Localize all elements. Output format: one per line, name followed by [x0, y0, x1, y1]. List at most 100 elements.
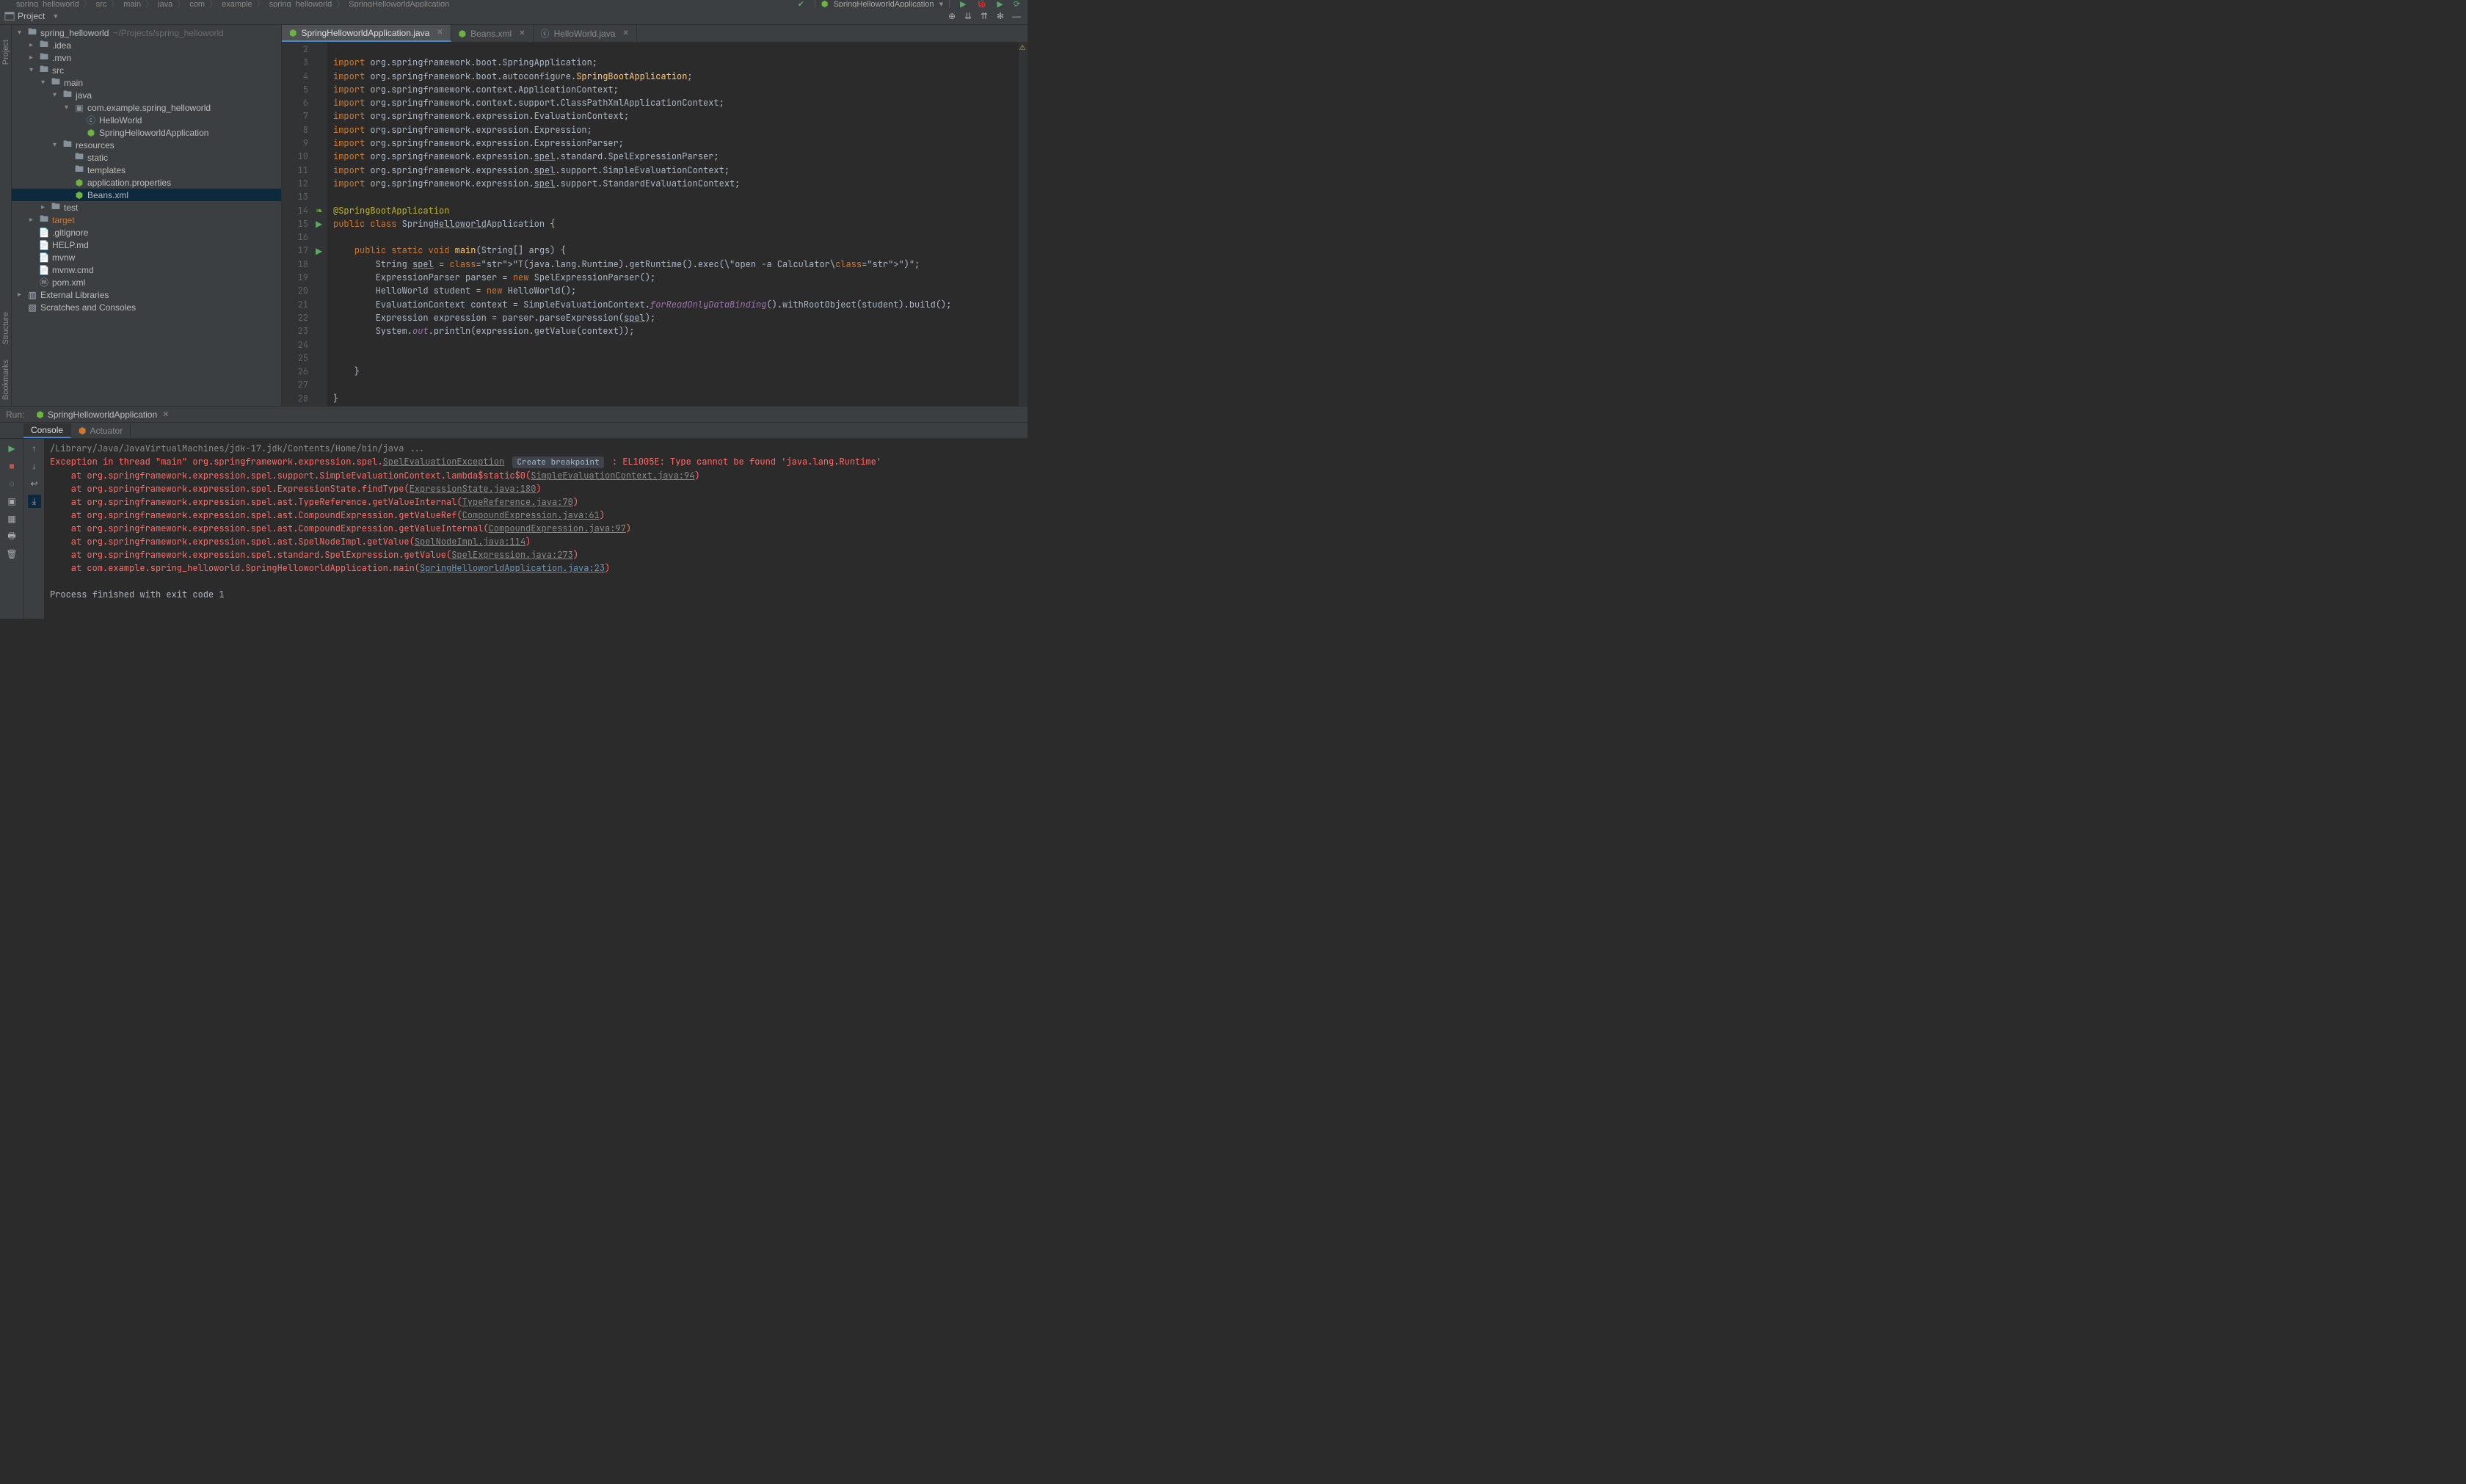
- line-number[interactable]: 21: [282, 298, 308, 311]
- error-stripe[interactable]: ⚠: [1019, 43, 1028, 406]
- tree-mvn[interactable]: ▸ 🖿 .mvn: [12, 51, 281, 64]
- line-number[interactable]: 26: [282, 365, 308, 378]
- hide-icon[interactable]: —: [1010, 10, 1023, 23]
- project-tool-label[interactable]: Project ▼: [4, 11, 59, 21]
- line-number[interactable]: 15: [282, 217, 308, 230]
- breadcrumb-seg[interactable]: spring_helloworld: [269, 0, 332, 7]
- tree-mvnw[interactable]: 📄 mvnw: [12, 251, 281, 263]
- tree-main[interactable]: ▾ 🖿 main: [12, 76, 281, 89]
- line-number[interactable]: 17: [282, 244, 308, 257]
- locate-icon[interactable]: ⊕: [945, 10, 959, 23]
- tree-resources[interactable]: ▾ 🖿 resources: [12, 139, 281, 151]
- line-number[interactable]: 28: [282, 392, 308, 405]
- breadcrumb-seg[interactable]: com: [189, 0, 205, 7]
- tree-pom[interactable]: ⓜ pom.xml: [12, 276, 281, 288]
- breadcrumb-seg[interactable]: main: [123, 0, 141, 7]
- line-number[interactable]: 6: [282, 96, 308, 109]
- run-tab-config[interactable]: ⬢ SpringHelloworldApplication ✕: [30, 410, 175, 420]
- tree-java[interactable]: ▾ 🖿 java: [12, 89, 281, 101]
- line-number[interactable]: 24: [282, 338, 308, 352]
- line-number[interactable]: 10: [282, 150, 308, 163]
- close-icon[interactable]: ✕: [622, 29, 628, 37]
- breadcrumb-seg[interactable]: src: [96, 0, 107, 7]
- line-number[interactable]: 9: [282, 137, 308, 150]
- run-icon[interactable]: ▶: [960, 0, 966, 7]
- stack-link[interactable]: TypeReference.java:70: [462, 496, 573, 508]
- rerun-icon[interactable]: ▶: [5, 442, 18, 455]
- line-number[interactable]: 4: [282, 70, 308, 83]
- editor-tab[interactable]: ⬢ Beans.xml ✕: [451, 25, 534, 42]
- line-number[interactable]: 8: [282, 123, 308, 137]
- tree-idea[interactable]: ▸ 🖿 .idea: [12, 39, 281, 51]
- rail-bookmarks[interactable]: Bookmarks: [1, 360, 10, 400]
- editor-tab[interactable]: ⓒ HelloWorld.java ✕: [534, 25, 637, 42]
- tree-root[interactable]: ▾ 🖿 spring_helloworld ~/Projects/spring_…: [12, 26, 281, 39]
- close-icon[interactable]: ✕: [162, 410, 169, 419]
- stack-link[interactable]: SpringHelloworldApplication.java:23: [420, 562, 605, 574]
- breadcrumb-seg[interactable]: spring_helloworld: [16, 0, 79, 7]
- tree-gitignore[interactable]: 📄 .gitignore: [12, 226, 281, 239]
- rail-project[interactable]: Project: [1, 40, 10, 65]
- tree-scratch[interactable]: ▧ Scratches and Consoles: [12, 301, 281, 313]
- line-number[interactable]: 12: [282, 177, 308, 190]
- collapse-all-icon[interactable]: ⇈: [978, 10, 991, 23]
- tree-templates[interactable]: 🖿 templates: [12, 164, 281, 176]
- tree-static[interactable]: 🖿 static: [12, 151, 281, 164]
- stack-link[interactable]: SpelNodeImpl.java:114: [415, 536, 525, 548]
- line-number[interactable]: 2: [282, 43, 308, 56]
- up-icon[interactable]: ↑: [28, 442, 41, 455]
- line-number[interactable]: 5: [282, 83, 308, 96]
- breadcrumb-seg[interactable]: java: [158, 0, 172, 7]
- wrap-icon[interactable]: ↩: [28, 477, 41, 490]
- tab-actuator[interactable]: ⬢Actuator: [71, 424, 131, 437]
- gear-icon[interactable]: ✻: [994, 10, 1007, 23]
- debug-icon[interactable]: 🐞: [977, 0, 987, 7]
- breadcrumb-seg[interactable]: SpringHelloworldApplication: [349, 0, 449, 7]
- run-config-selector[interactable]: ⬢ SpringHelloworldApplication ▾: [815, 0, 950, 7]
- breadcrumb-seg[interactable]: example: [222, 0, 252, 7]
- tree-app[interactable]: ⬢ SpringHelloworldApplication: [12, 126, 281, 139]
- code-editor[interactable]: import org.springframework.boot.SpringAp…: [327, 43, 1019, 406]
- line-number[interactable]: 13: [282, 190, 308, 203]
- line-number[interactable]: 23: [282, 324, 308, 338]
- line-number[interactable]: 29: [282, 405, 308, 406]
- breakpoint-icon[interactable]: ◌: [5, 477, 18, 490]
- trash-icon[interactable]: 🗑: [5, 548, 18, 561]
- tree-pkg[interactable]: ▾ ▣ com.example.spring_helloworld: [12, 101, 281, 114]
- checkmark-icon[interactable]: ✔: [798, 0, 804, 7]
- expand-all-icon[interactable]: ⇊: [961, 10, 975, 23]
- stop-icon[interactable]: ■: [5, 459, 18, 473]
- run-gutter-icon[interactable]: ▶: [316, 219, 326, 229]
- profile-icon[interactable]: ⟳: [1014, 0, 1020, 7]
- tree-target[interactable]: ▸ 🖿 target: [12, 214, 281, 226]
- editor-tab[interactable]: ⬢ SpringHelloworldApplication.java ✕: [282, 25, 451, 42]
- close-icon[interactable]: ✕: [437, 29, 443, 37]
- tree-test[interactable]: ▸ 🖿 test: [12, 201, 281, 214]
- line-number[interactable]: 25: [282, 352, 308, 365]
- line-number[interactable]: 7: [282, 109, 308, 123]
- line-number[interactable]: 20: [282, 284, 308, 297]
- create-breakpoint-button[interactable]: Create breakpoint: [512, 457, 603, 468]
- line-number[interactable]: 18: [282, 258, 308, 271]
- tree-mvnwcmd[interactable]: 📄 mvnw.cmd: [12, 263, 281, 276]
- down-icon[interactable]: ↓: [28, 459, 41, 473]
- run-gutter-icon[interactable]: ▶: [316, 246, 326, 256]
- stack-link[interactable]: ExpressionState.java:180: [410, 483, 537, 495]
- tree-ext[interactable]: ▸ ▥ External Libraries: [12, 288, 281, 301]
- layout-icon[interactable]: ▦: [5, 512, 18, 525]
- stack-link[interactable]: SpelExpression.java:273: [451, 549, 573, 561]
- console-output[interactable]: /Library/Java/JavaVirtualMachines/jdk-17…: [44, 439, 1028, 619]
- scroll-icon[interactable]: ⤓: [28, 495, 41, 508]
- stack-link[interactable]: SimpleEvaluationContext.java:94: [531, 470, 694, 481]
- line-number[interactable]: 27: [282, 378, 308, 391]
- tree-helloworld[interactable]: ⓒ HelloWorld: [12, 114, 281, 126]
- exception-link[interactable]: SpelEvaluationException: [383, 456, 505, 468]
- camera-icon[interactable]: ▣: [5, 495, 18, 508]
- tree-appprops[interactable]: ⬢ application.properties: [12, 176, 281, 189]
- line-number[interactable]: 19: [282, 271, 308, 284]
- stack-link[interactable]: CompoundExpression.java:61: [462, 509, 600, 521]
- line-number[interactable]: 22: [282, 311, 308, 324]
- line-number[interactable]: 11: [282, 164, 308, 177]
- line-number[interactable]: 3: [282, 56, 308, 69]
- tree-help[interactable]: 📄 HELP.md: [12, 239, 281, 251]
